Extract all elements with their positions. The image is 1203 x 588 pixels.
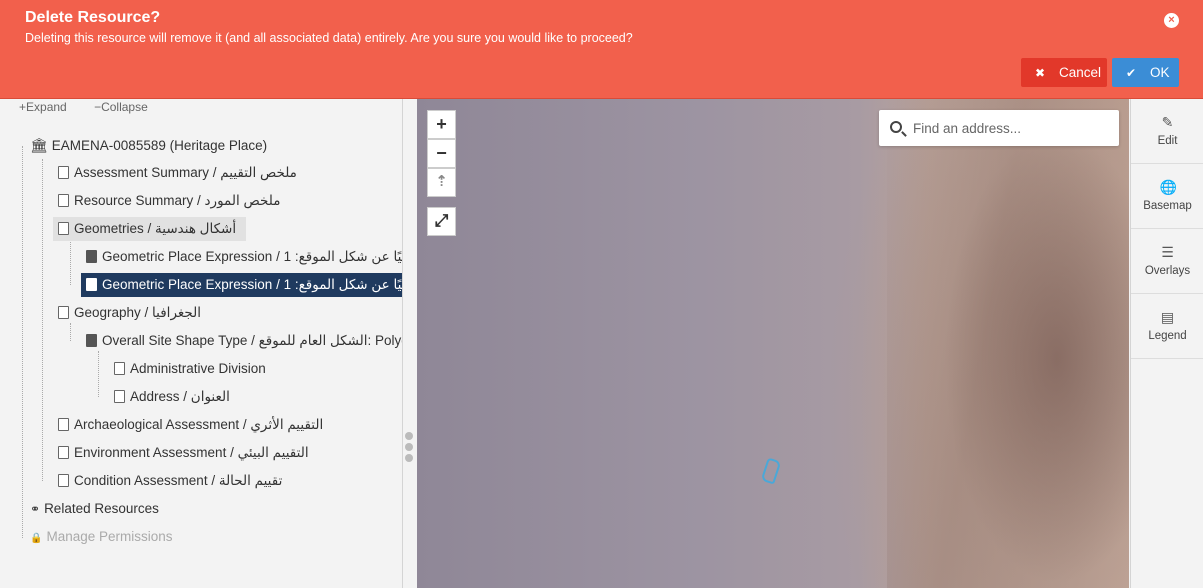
globe-icon: 🌐 (1159, 179, 1177, 195)
file-icon (58, 418, 69, 431)
ok-button[interactable]: ✔ OK (1112, 58, 1179, 87)
tree-node-geometric-place-expression-selected[interactable]: Geometric Place Expression / التعبير هند… (81, 273, 402, 297)
tree-node-label: Geometric Place Expression / التعبير هند… (102, 249, 402, 264)
close-icon[interactable]: × (1164, 13, 1179, 28)
alert-title: Delete Resource? (25, 9, 161, 26)
tree-node-label: Assessment Summary / ملخص التقييم (74, 165, 297, 180)
tree-node-label: Administrative Division (130, 361, 266, 376)
tree-node-label: Geometric Place Expression / التعبير هند… (102, 277, 402, 292)
tree-node-related-resources[interactable]: ⚭ Related Resources (30, 497, 159, 521)
tree-node-label: Overall Site Shape Type / الشكل العام لل… (102, 333, 402, 348)
collapse-label: Collapse (101, 100, 148, 114)
tree-node-label: EAMENA-0085589 (Heritage Place) (51, 138, 268, 153)
cancel-button[interactable]: ✖ Cancel (1021, 58, 1107, 87)
file-icon (58, 166, 69, 179)
address-search (879, 110, 1119, 146)
tree-node-assessment-summary[interactable]: Assessment Summary / ملخص التقييم (58, 161, 297, 185)
link-icon: ⚭ (30, 502, 41, 516)
address-search-input[interactable] (913, 118, 1109, 138)
geometry-feature[interactable] (760, 457, 782, 485)
compass-button[interactable]: ⇡ (427, 168, 456, 197)
expand-label: Expand (26, 100, 67, 114)
tree-node-heritage-place[interactable]: 🏛 EAMENA-0085589 (Heritage Place) (30, 133, 267, 157)
map-tools-sidebar: ✎ Edit 🌐 Basemap ☰ Overlays ▤ Legend (1130, 99, 1203, 588)
legend-tool[interactable]: ▤ Legend (1131, 294, 1203, 359)
basemap-label: Basemap (1143, 200, 1192, 212)
file-icon (58, 194, 69, 207)
lock-icon: 🔒 (30, 533, 43, 544)
overlays-label: Overlays (1144, 265, 1191, 277)
resource-tree-panel: +Expand −Collapse 🏛 EAMENA-0085589 (Herit… (0, 99, 403, 588)
file-icon (114, 362, 125, 375)
tree-connector (22, 146, 23, 538)
tree-node-geography[interactable]: Geography / الجغرافيا (58, 301, 201, 325)
search-icon (890, 121, 902, 133)
file-filled-icon (86, 250, 97, 263)
tree-node-label: Condition Assessment / تقييم الحالة (74, 473, 283, 488)
legend-icon: ▤ (1160, 309, 1175, 325)
building-icon: 🏛 (30, 137, 48, 153)
file-icon (58, 474, 69, 487)
x-icon: ✖ (1035, 66, 1046, 80)
basemap-tool[interactable]: 🌐 Basemap (1131, 164, 1203, 229)
file-icon (58, 222, 69, 235)
panel-resize-handle[interactable] (405, 432, 413, 464)
zoom-in-button[interactable]: + (427, 110, 456, 139)
pencil-icon: ✎ (1161, 114, 1174, 130)
tree-node-overall-site-shape[interactable]: Overall Site Shape Type / الشكل العام لل… (86, 329, 402, 353)
zoom-out-button[interactable]: − (427, 139, 456, 168)
check-icon: ✔ (1126, 66, 1137, 80)
terrain-ridge (887, 99, 1129, 588)
tree-node-label: Manage Permissions (46, 529, 173, 544)
file-icon (114, 390, 125, 403)
tree-connector (98, 351, 99, 397)
delete-confirmation-alert: Delete Resource? Deleting this resource … (0, 0, 1203, 99)
collapse-button[interactable]: −Collapse (94, 100, 160, 114)
ok-label: OK (1150, 65, 1170, 80)
alert-message: Deleting this resource will remove it (a… (25, 31, 633, 45)
legend-label: Legend (1148, 330, 1187, 342)
tree-node-environment-assessment[interactable]: Environment Assessment / التقييم البيئي (58, 441, 309, 465)
tree-connector (70, 323, 71, 341)
tree-node-label: Address / العنوان (130, 389, 230, 404)
tree-node-label: Archaeological Assessment / التقييم الأث… (74, 417, 324, 432)
tree-connector (42, 159, 43, 481)
fullscreen-button[interactable]: ⤢ (427, 207, 456, 236)
tree-node-label: Related Resources (44, 501, 159, 516)
file-icon (58, 446, 69, 459)
overlays-tool[interactable]: ☰ Overlays (1131, 229, 1203, 294)
expand-button[interactable]: +Expand (19, 100, 79, 114)
tree-node-label: Environment Assessment / التقييم البيئي (74, 445, 309, 460)
tree-node-label: Resource Summary / ملخص المورد (74, 193, 281, 208)
cancel-label: Cancel (1059, 65, 1102, 80)
tree-node-label: Geography / الجغرافيا (74, 305, 201, 320)
tree-connector (70, 239, 71, 285)
map-view[interactable]: + − ⇡ ⤢ (417, 99, 1129, 588)
tree-node-manage-permissions[interactable]: 🔒 Manage Permissions (30, 525, 173, 549)
edit-tool[interactable]: ✎ Edit (1131, 99, 1203, 164)
tree-node-geometric-place-expression[interactable]: Geometric Place Expression / التعبير هند… (86, 245, 402, 269)
tree-node-address[interactable]: Address / العنوان (114, 385, 230, 409)
tree-node-resource-summary[interactable]: Resource Summary / ملخص المورد (58, 189, 280, 213)
edit-label: Edit (1157, 135, 1178, 147)
tree-node-label: Geometries / أشكال هندسية (74, 221, 237, 236)
tree-node-administrative-division[interactable]: Administrative Division (114, 357, 266, 381)
file-icon (86, 278, 97, 291)
list-icon: ☰ (1161, 244, 1174, 260)
tree-node-geometries[interactable]: Geometries / أشكال هندسية (53, 217, 247, 241)
tree-toolbar: +Expand −Collapse (19, 100, 172, 114)
tree-node-condition-assessment[interactable]: Condition Assessment / تقييم الحالة (58, 469, 282, 493)
file-icon (58, 306, 69, 319)
tree-node-archaeological-assessment[interactable]: Archaeological Assessment / التقييم الأث… (58, 413, 323, 437)
file-filled-icon (86, 334, 97, 347)
